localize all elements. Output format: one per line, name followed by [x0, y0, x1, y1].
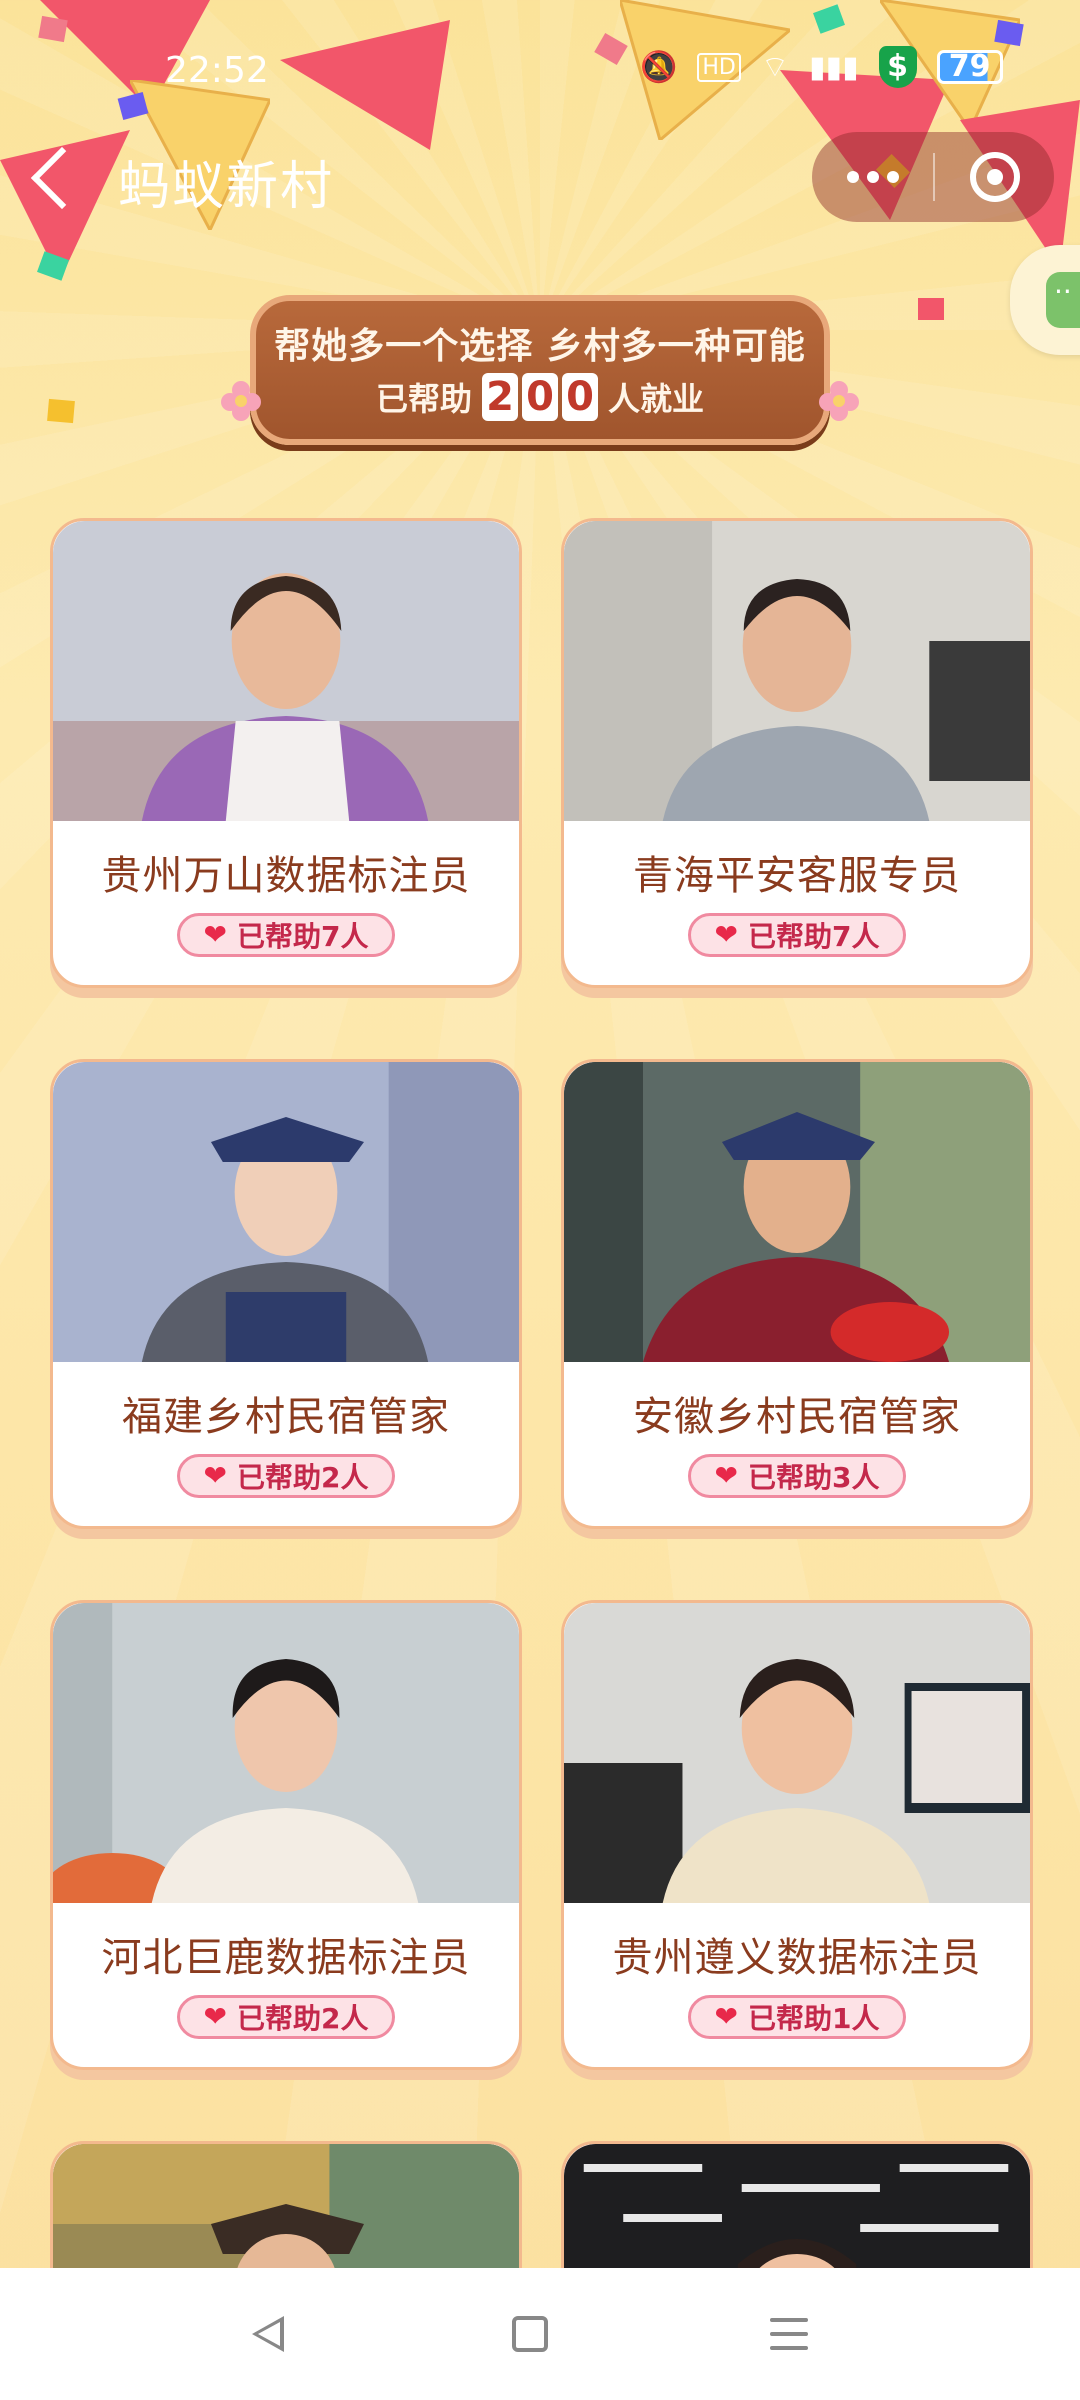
heart-icon: ❤ [203, 2000, 227, 2033]
worker-photo [53, 1062, 519, 1362]
job-card[interactable]: 安徽乡村民宿管家 ❤ 已帮助3人 [561, 1059, 1033, 1529]
counter-digit: 0 [522, 373, 558, 421]
job-card[interactable]: 河北巨鹿数据标注员 ❤ 已帮助2人 [50, 1600, 522, 2070]
hd-icon: HD [697, 52, 741, 82]
confetti-decoration [47, 398, 75, 424]
close-button[interactable] [935, 132, 1054, 222]
system-home-icon[interactable] [512, 2316, 548, 2352]
mute-icon: 🔕 [640, 49, 678, 85]
job-card[interactable]: 福建乡村民宿管家 ❤ 已帮助2人 [50, 1059, 522, 1529]
status-time: 22:52 [165, 50, 269, 91]
job-card[interactable]: 贵州万山数据标注员 ❤ 已帮助7人 [50, 518, 522, 988]
system-navigation-bar [0, 2268, 1080, 2400]
heart-icon: ❤ [203, 1459, 227, 1492]
counter-digit: 0 [562, 373, 598, 421]
helped-count-badge: ❤ 已帮助2人 [177, 1995, 395, 2039]
system-menu-icon[interactable] [770, 2318, 808, 2360]
worker-photo [564, 521, 1030, 821]
more-dots-icon [846, 171, 859, 183]
worker-photo [53, 1603, 519, 1903]
job-card[interactable]: 青海平安客服专员 ❤ 已帮助7人 [561, 518, 1033, 988]
worker-photo [53, 521, 519, 821]
badge-label: 已帮助1人 [747, 2002, 880, 2035]
worker-photo [564, 1603, 1030, 1903]
signal-icon: ▮▮▮ [809, 49, 859, 85]
mini-app-capsule [812, 132, 1054, 222]
banner-prefix: 已帮助 [375, 380, 472, 418]
card-title: 贵州万山数据标注员 [101, 853, 471, 899]
confetti-decoration [918, 298, 944, 320]
badge-label: 已帮助7人 [747, 920, 880, 953]
badge-label: 已帮助2人 [236, 1461, 369, 1494]
card-title: 河北巨鹿数据标注员 [101, 1935, 471, 1981]
badge-label: 已帮助7人 [236, 920, 369, 953]
shield-icon: $ [878, 46, 917, 88]
counter-digits: 200 [480, 373, 600, 421]
more-button[interactable] [812, 132, 933, 222]
employment-banner: 帮她多一个选择 乡村多一种可能 已帮助 200 人就业 [250, 295, 830, 445]
card-title: 安徽乡村民宿管家 [633, 1394, 961, 1440]
back-chevron-icon[interactable] [30, 146, 94, 210]
flower-icon [819, 381, 859, 421]
wifi-icon: ⌔ [760, 50, 790, 85]
badge-label: 已帮助3人 [747, 1461, 880, 1494]
side-tab-icon: ·· [1046, 272, 1080, 328]
status-icons: 🔕 HD ⌔ ▮▮▮ $ 79 [640, 46, 1003, 88]
page-title: 蚂蚁新村 [118, 157, 335, 217]
helped-count-badge: ❤ 已帮助7人 [177, 913, 395, 957]
battery-icon: 79 [936, 50, 1003, 84]
card-title: 贵州遵义数据标注员 [612, 1935, 982, 1981]
heart-icon: ❤ [714, 1459, 738, 1492]
helped-count-badge: ❤ 已帮助7人 [688, 913, 906, 957]
helped-count-badge: ❤ 已帮助1人 [688, 1995, 906, 2039]
card-title: 福建乡村民宿管家 [122, 1394, 450, 1440]
card-title: 青海平安客服专员 [633, 853, 961, 899]
target-close-icon [969, 152, 1020, 202]
job-card[interactable]: 贵州遵义数据标注员 ❤ 已帮助1人 [561, 1600, 1033, 2070]
flower-icon [221, 381, 261, 421]
banner-counter: 已帮助 200 人就业 [256, 373, 824, 421]
helped-count-badge: ❤ 已帮助2人 [177, 1454, 395, 1498]
banner-suffix: 人就业 [608, 380, 705, 418]
worker-photo [564, 1062, 1030, 1362]
heart-icon: ❤ [714, 2000, 738, 2033]
counter-digit: 2 [482, 373, 518, 421]
mini-app-nav-bar: 蚂蚁新村 [0, 130, 1080, 230]
badge-label: 已帮助2人 [236, 2002, 369, 2035]
heart-icon: ❤ [203, 918, 227, 951]
banner-slogan: 帮她多一个选择 乡村多一种可能 [274, 326, 806, 367]
heart-icon: ❤ [714, 918, 738, 951]
status-bar: 22:52 🔕 HD ⌔ ▮▮▮ $ 79 [0, 0, 1080, 140]
helped-count-badge: ❤ 已帮助3人 [688, 1454, 906, 1498]
